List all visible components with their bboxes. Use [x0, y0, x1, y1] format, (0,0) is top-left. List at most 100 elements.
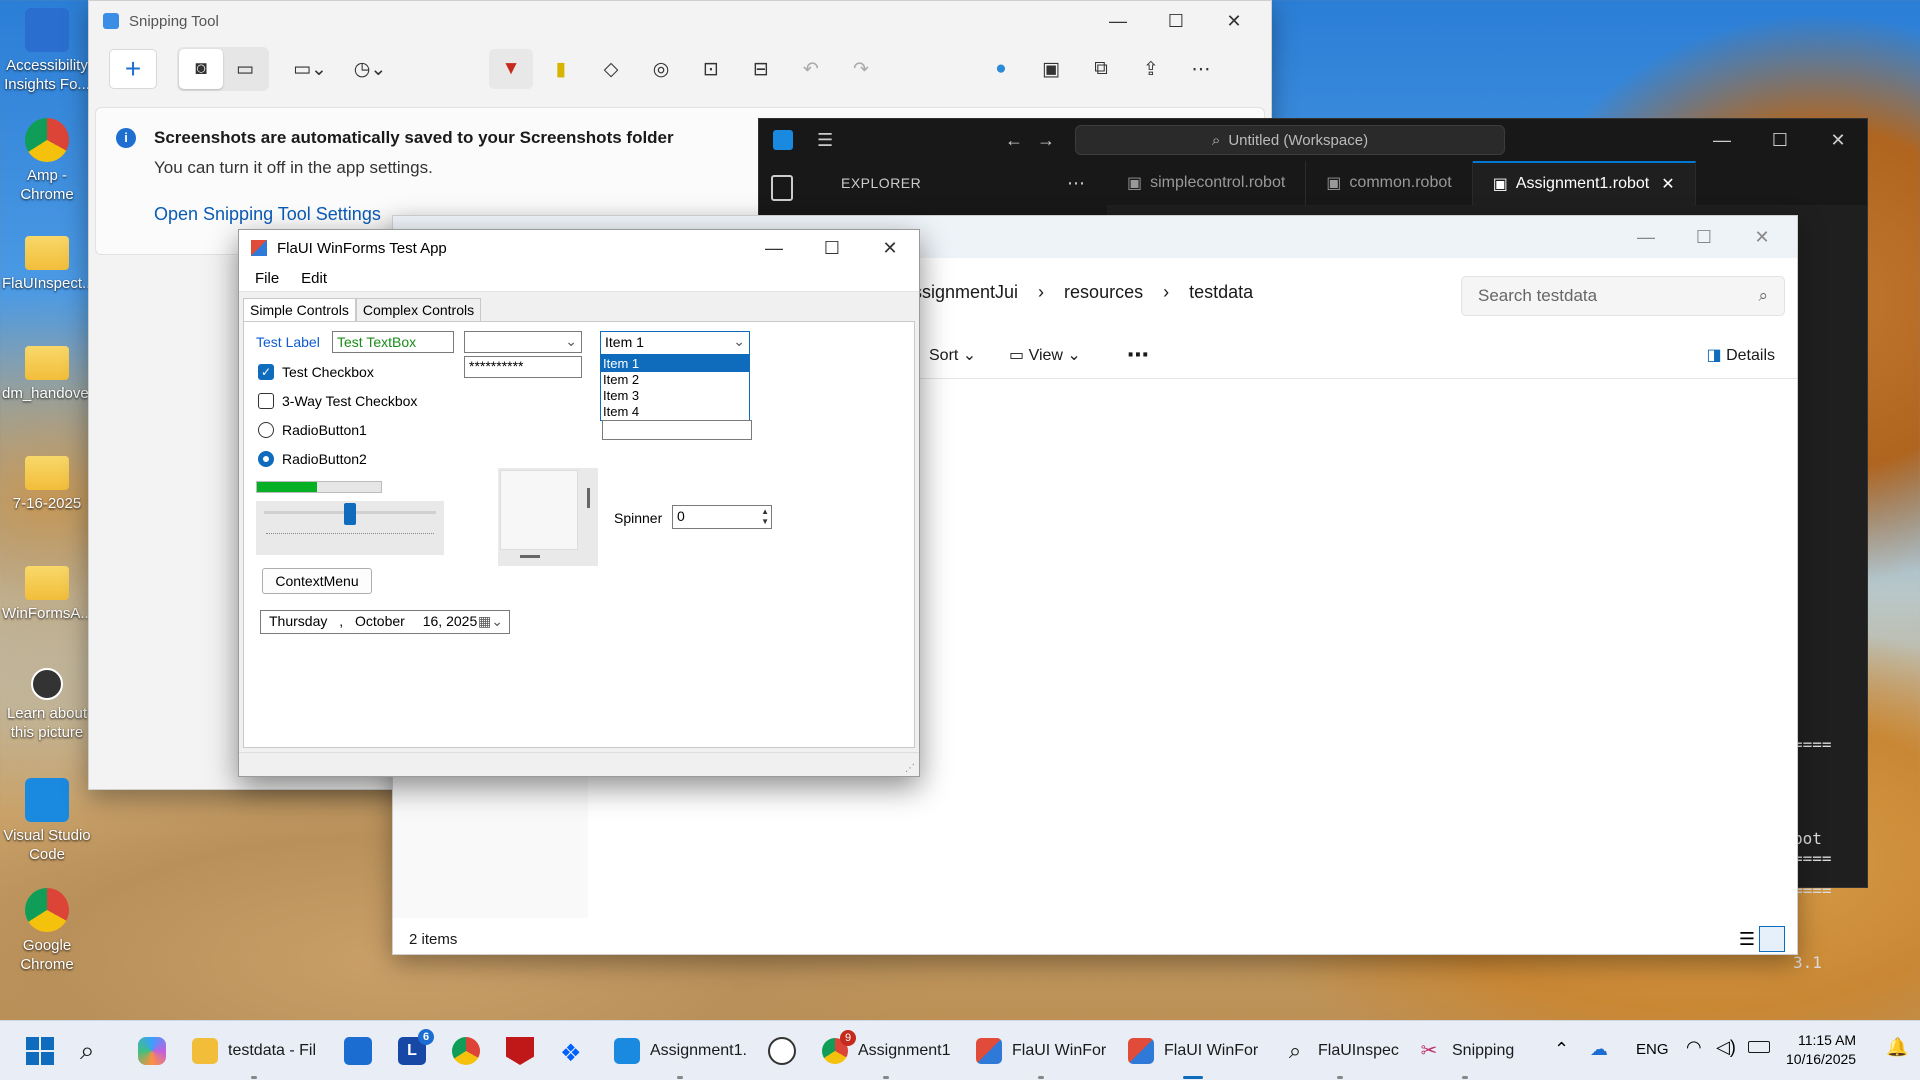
minimize-button[interactable]: —	[1617, 216, 1675, 258]
taskbar-item-vscode[interactable]: Assignment1.	[614, 1021, 747, 1080]
context-menu-button[interactable]: ContextMenu	[262, 568, 372, 594]
desktop-icon-flauinspect[interactable]: FlaUInspect...	[2, 228, 95, 293]
close-icon[interactable]: ✕	[1661, 174, 1674, 194]
eraser-icon[interactable]: ◇	[589, 49, 633, 89]
slider[interactable]	[256, 501, 444, 555]
desktop-icon-accessibility[interactable]: Accessibility Insights Fo...	[2, 8, 92, 94]
resize-grip-icon[interactable]: ⋰	[905, 763, 915, 774]
date-picker[interactable]: Thursday , October 16, 2025 ▦⌄	[260, 610, 510, 634]
slider-thumb[interactable]	[344, 503, 356, 525]
video-icon[interactable]: ▭	[223, 49, 267, 89]
taskbar-item-flauinspect[interactable]: ⌕ FlaUInspec	[1282, 1021, 1399, 1080]
language-indicator[interactable]: ENG	[1636, 1041, 1669, 1058]
battery-icon[interactable]	[1748, 1041, 1770, 1053]
clock[interactable]: 11:15 AM 10/16/2025	[1786, 1031, 1856, 1069]
spinner-input[interactable]: 0 ▲ ▼	[672, 505, 772, 529]
three-way-checkbox[interactable]	[258, 393, 274, 409]
horizontal-scrollbar[interactable]	[520, 555, 540, 558]
highlighter-icon[interactable]: ▮	[539, 49, 583, 89]
save-icon[interactable]: ▣	[1029, 49, 1073, 89]
shapes-icon[interactable]: ◎	[639, 49, 683, 89]
pen-icon[interactable]: ▼	[489, 49, 533, 89]
minimize-button[interactable]: —	[745, 230, 803, 266]
desktop-icon-chrome[interactable]: Google Chrome	[2, 888, 92, 974]
tab-complex-controls[interactable]: Complex Controls	[355, 298, 482, 322]
maximize-button[interactable]: ☐	[1675, 216, 1733, 258]
more-options-icon[interactable]: ⋯	[1067, 173, 1085, 194]
tab-common[interactable]: ▣ common.robot	[1306, 161, 1473, 205]
volume-icon[interactable]: ◁)	[1716, 1037, 1736, 1058]
new-snip-button[interactable]: +	[109, 49, 157, 89]
maximize-button[interactable]: ☐	[1147, 1, 1205, 41]
undo-icon[interactable]: ↶	[789, 49, 833, 89]
empty-combobox[interactable]: ⌄	[464, 331, 582, 353]
password-field[interactable]: **********	[464, 356, 582, 378]
desktop-icon-learn-picture[interactable]: Learn about this picture	[2, 668, 92, 742]
menu-icon[interactable]: ☰	[817, 130, 833, 151]
text-actions-icon[interactable]: ⊟	[739, 49, 783, 89]
soccer-icon[interactable]	[768, 1037, 796, 1065]
command-center-search[interactable]: ⌕ Untitled (Workspace)	[1075, 125, 1505, 155]
close-button[interactable]: ✕	[861, 230, 919, 266]
radio-button-1[interactable]	[258, 422, 274, 438]
item-combobox[interactable]: Item 1 ⌄	[600, 331, 750, 355]
desktop-icon-dm-handover[interactable]: dm_handover_v2	[2, 338, 118, 403]
open-settings-link[interactable]: Open Snipping Tool Settings	[154, 204, 381, 225]
delay-dropdown[interactable]: ◷⌄	[343, 49, 397, 89]
app-l-icon[interactable]: L 6	[398, 1029, 434, 1065]
breadcrumb-testdata[interactable]: testdata	[1189, 282, 1253, 303]
vertical-scrollbar[interactable]	[587, 488, 590, 508]
menu-edit[interactable]: Edit	[301, 270, 327, 287]
breadcrumb-assignment[interactable]: ssignmentJui	[913, 282, 1018, 303]
taskbar-item-flaui-1[interactable]: FlaUI WinFor	[976, 1021, 1106, 1080]
camera-icon[interactable]: ◙	[179, 49, 223, 89]
breadcrumb-resources[interactable]: resources	[1064, 282, 1143, 303]
back-icon[interactable]: ←	[1005, 130, 1023, 151]
minimize-button[interactable]: —	[1693, 119, 1751, 161]
sort-button[interactable]: Sort ⌄	[929, 345, 976, 365]
minimize-button[interactable]: —	[1089, 1, 1147, 41]
view-button[interactable]: ▭ View ⌄	[1009, 345, 1081, 365]
tab-simplecontrol[interactable]: ▣ simplecontrol.robot	[1107, 161, 1307, 205]
desktop-icon-amp-chrome[interactable]: Amp - Chrome	[2, 118, 92, 204]
taskbar-item-snipping[interactable]: ✂ Snipping	[1416, 1021, 1514, 1080]
share-icon[interactable]: ⇪	[1129, 49, 1173, 89]
search-input[interactable]: Search testdata ⌕	[1461, 276, 1785, 316]
close-button[interactable]: ✕	[1205, 1, 1263, 41]
combo-item-2[interactable]: Item 2	[601, 372, 749, 388]
chrome-icon[interactable]	[452, 1037, 480, 1065]
tiles-view-icon[interactable]	[1759, 926, 1785, 952]
combo-item-3[interactable]: Item 3	[601, 388, 749, 404]
crop-icon[interactable]: ⊡	[689, 49, 733, 89]
test-textbox[interactable]: Test TextBox	[332, 331, 454, 353]
wifi-icon[interactable]: ◠	[1686, 1037, 1702, 1058]
store-icon[interactable]	[344, 1037, 372, 1065]
close-button[interactable]: ✕	[1733, 216, 1791, 258]
redo-icon[interactable]: ↷	[839, 49, 883, 89]
search-icon[interactable]: ⌕	[80, 1035, 95, 1067]
maximize-button[interactable]: ☐	[1751, 119, 1809, 161]
combo-item-1[interactable]: Item 1	[601, 356, 749, 372]
listbox[interactable]	[602, 420, 752, 440]
radio-button-2[interactable]	[258, 451, 274, 467]
calendar-icon[interactable]: ▦⌄	[478, 613, 503, 630]
chevron-up-icon[interactable]: ⌃	[1554, 1039, 1569, 1060]
desktop-icon-winforms[interactable]: WinFormsA...	[2, 558, 93, 623]
copy-icon[interactable]: ⧉	[1079, 49, 1123, 89]
edit-paint-icon[interactable]: ●	[979, 49, 1023, 89]
notification-bell-icon[interactable]: 🔔	[1886, 1037, 1908, 1058]
mcafee-icon[interactable]	[506, 1037, 534, 1065]
more-options-icon[interactable]: ⋯	[1179, 49, 1223, 89]
forward-icon[interactable]: →	[1037, 130, 1055, 151]
close-button[interactable]: ✕	[1809, 119, 1867, 161]
more-options-icon[interactable]: ⋯	[1127, 342, 1149, 368]
explorer-icon[interactable]	[771, 175, 793, 201]
test-checkbox[interactable]: ✓	[258, 364, 274, 380]
taskbar-item-explorer[interactable]: testdata - Fil	[192, 1021, 316, 1080]
start-button[interactable]	[26, 1037, 54, 1065]
tab-simple-controls[interactable]: Simple Controls	[243, 298, 356, 322]
combo-item-4[interactable]: Item 4	[601, 404, 749, 420]
desktop-icon-vscode[interactable]: Visual Studio Code	[2, 778, 92, 864]
onedrive-icon[interactable]: ☁	[1590, 1039, 1608, 1060]
copilot-icon[interactable]	[138, 1037, 166, 1065]
